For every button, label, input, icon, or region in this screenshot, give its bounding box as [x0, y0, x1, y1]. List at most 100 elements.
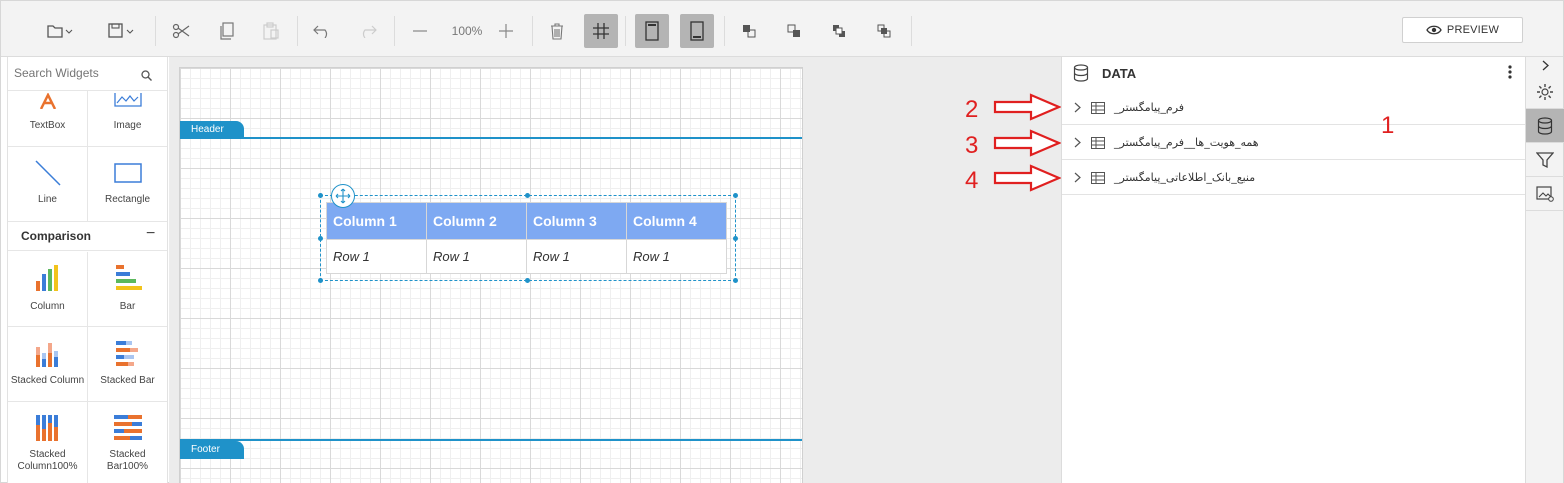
textbox-icon	[39, 93, 56, 109]
zoom-in-button[interactable]	[492, 14, 520, 48]
bring-forward-button[interactable]	[736, 14, 762, 48]
chevron-right-icon	[1542, 60, 1549, 70]
footer-toggle-button[interactable]	[680, 14, 714, 48]
search-icon[interactable]	[141, 68, 152, 86]
delete-button[interactable]	[544, 14, 570, 48]
resize-handle[interactable]	[733, 193, 738, 198]
chevron-right-icon[interactable]	[1074, 172, 1081, 183]
widget-image[interactable]: Image	[88, 91, 167, 147]
scissors-icon	[172, 23, 190, 39]
resize-handle[interactable]	[318, 193, 323, 198]
widget-stacked-bar[interactable]: Stacked Bar	[88, 327, 167, 402]
search-input[interactable]	[14, 66, 139, 80]
plus-icon	[499, 24, 513, 38]
resize-handle[interactable]	[318, 278, 323, 283]
move-handle-icon[interactable]	[331, 184, 355, 208]
undo-icon	[313, 25, 328, 38]
properties-sidebar	[1525, 57, 1564, 483]
paste-icon	[263, 22, 279, 40]
grid-toggle-button[interactable]	[584, 14, 618, 48]
dataset-name: _همه_هویت_ها__فرم_پیامگستر	[1114, 136, 1259, 149]
stacked-column100-icon	[35, 415, 58, 441]
send-backward-button[interactable]	[781, 14, 807, 48]
bar-chart-icon	[115, 265, 142, 290]
zoom-out-button[interactable]	[406, 14, 434, 48]
comparison-section-header[interactable]: Comparison −	[8, 221, 167, 251]
dataset-name: _منبع_بانک_اطلاعاتی_پیامگستر	[1114, 171, 1256, 184]
image-settings-icon	[1536, 185, 1554, 202]
widget-stacked-bar100[interactable]: Stacked Bar100%	[88, 402, 167, 483]
widget-textbox[interactable]: TextBox	[8, 91, 88, 147]
send-to-back-icon	[877, 24, 891, 38]
chevron-right-icon[interactable]	[1074, 102, 1081, 113]
dataset-name: _فرم_پیامگستر	[1114, 101, 1185, 114]
send-to-back-button[interactable]	[871, 14, 897, 48]
collapse-icon[interactable]: −	[146, 225, 155, 243]
copy-button[interactable]	[213, 14, 241, 48]
data-panel-title: DATA	[1102, 66, 1137, 81]
stacked-bar-icon	[115, 341, 138, 366]
redo-button[interactable]	[353, 14, 381, 48]
cut-button[interactable]	[167, 14, 195, 48]
report-designer: 100% PREVIEW Search Widgets TextBox Imag…	[0, 0, 1564, 483]
table-icon	[1091, 172, 1105, 184]
stacked-bar100-icon	[113, 415, 142, 440]
resize-handle[interactable]	[733, 278, 738, 283]
image-manager-tab[interactable]	[1526, 177, 1564, 211]
dataset-item[interactable]: _فرم_پیامگستر	[1062, 91, 1526, 125]
copy-icon	[220, 22, 234, 40]
collapse-panel-button[interactable]	[1526, 57, 1564, 73]
page-header-icon	[645, 21, 659, 41]
redo-icon	[362, 25, 377, 38]
dataset-item[interactable]: _همه_هویت_ها__فرم_پیامگستر	[1062, 126, 1526, 160]
filter-icon	[1536, 151, 1554, 168]
toolbar: 100% PREVIEW	[1, 1, 1563, 57]
line-icon	[34, 160, 61, 186]
save-button[interactable]	[105, 14, 139, 48]
rectangle-icon	[113, 163, 142, 183]
table-icon	[1091, 102, 1105, 114]
preview-button[interactable]: PREVIEW	[1402, 17, 1523, 43]
resize-handle[interactable]	[525, 278, 530, 283]
settings-tab[interactable]	[1526, 75, 1564, 109]
widget-bar[interactable]: Bar	[88, 252, 167, 327]
annotation-1: 1	[1381, 112, 1395, 139]
resize-handle[interactable]	[733, 236, 738, 241]
bring-to-front-button[interactable]	[826, 14, 852, 48]
preview-label: PREVIEW	[1446, 24, 1500, 36]
widget-rectangle[interactable]: Rectangle	[88, 147, 167, 222]
widget-column[interactable]: Column	[8, 252, 88, 327]
dataset-item[interactable]: _منبع_بانک_اطلاعاتی_پیامگستر	[1062, 161, 1526, 195]
footer-band-label[interactable]: Footer	[180, 441, 244, 459]
resize-handle[interactable]	[525, 193, 530, 198]
filter-tab[interactable]	[1526, 143, 1564, 177]
more-options-icon[interactable]	[1508, 64, 1512, 80]
widget-line[interactable]: Line	[8, 147, 88, 222]
undo-button[interactable]	[309, 14, 337, 48]
send-backward-icon	[787, 24, 800, 37]
annotation-arrows	[993, 93, 1062, 192]
database-icon	[1073, 64, 1089, 82]
database-icon	[1537, 116, 1553, 135]
open-folder-button[interactable]	[43, 14, 77, 48]
header-toggle-button[interactable]	[635, 14, 669, 48]
paste-button[interactable]	[257, 14, 285, 48]
widget-panel: TextBox Image Line Rectangle Comparison …	[7, 57, 168, 483]
chevron-right-icon[interactable]	[1074, 137, 1081, 148]
design-canvas: Header Footer Column 1 Column 2 Column 3…	[169, 57, 1061, 483]
widget-stacked-column[interactable]: Stacked Column	[8, 327, 88, 402]
stacked-column-icon	[35, 343, 58, 367]
eye-icon	[1426, 25, 1442, 35]
minus-icon	[413, 30, 427, 32]
save-icon	[108, 23, 134, 38]
selection-outline	[320, 195, 736, 281]
data-panel: DATA _فرم_پیامگستر _همه_هویت_ها__فرم_پیا…	[1061, 57, 1526, 483]
widget-stacked-column100[interactable]: Stacked Column100%	[8, 402, 88, 483]
resize-handle[interactable]	[318, 236, 323, 241]
annotation-2: 2	[965, 96, 979, 123]
data-tab[interactable]	[1526, 109, 1564, 143]
report-page[interactable]: Header Footer Column 1 Column 2 Column 3…	[179, 67, 803, 483]
page-footer-icon	[690, 21, 704, 41]
widget-search	[8, 57, 167, 91]
column-chart-icon	[35, 265, 58, 291]
